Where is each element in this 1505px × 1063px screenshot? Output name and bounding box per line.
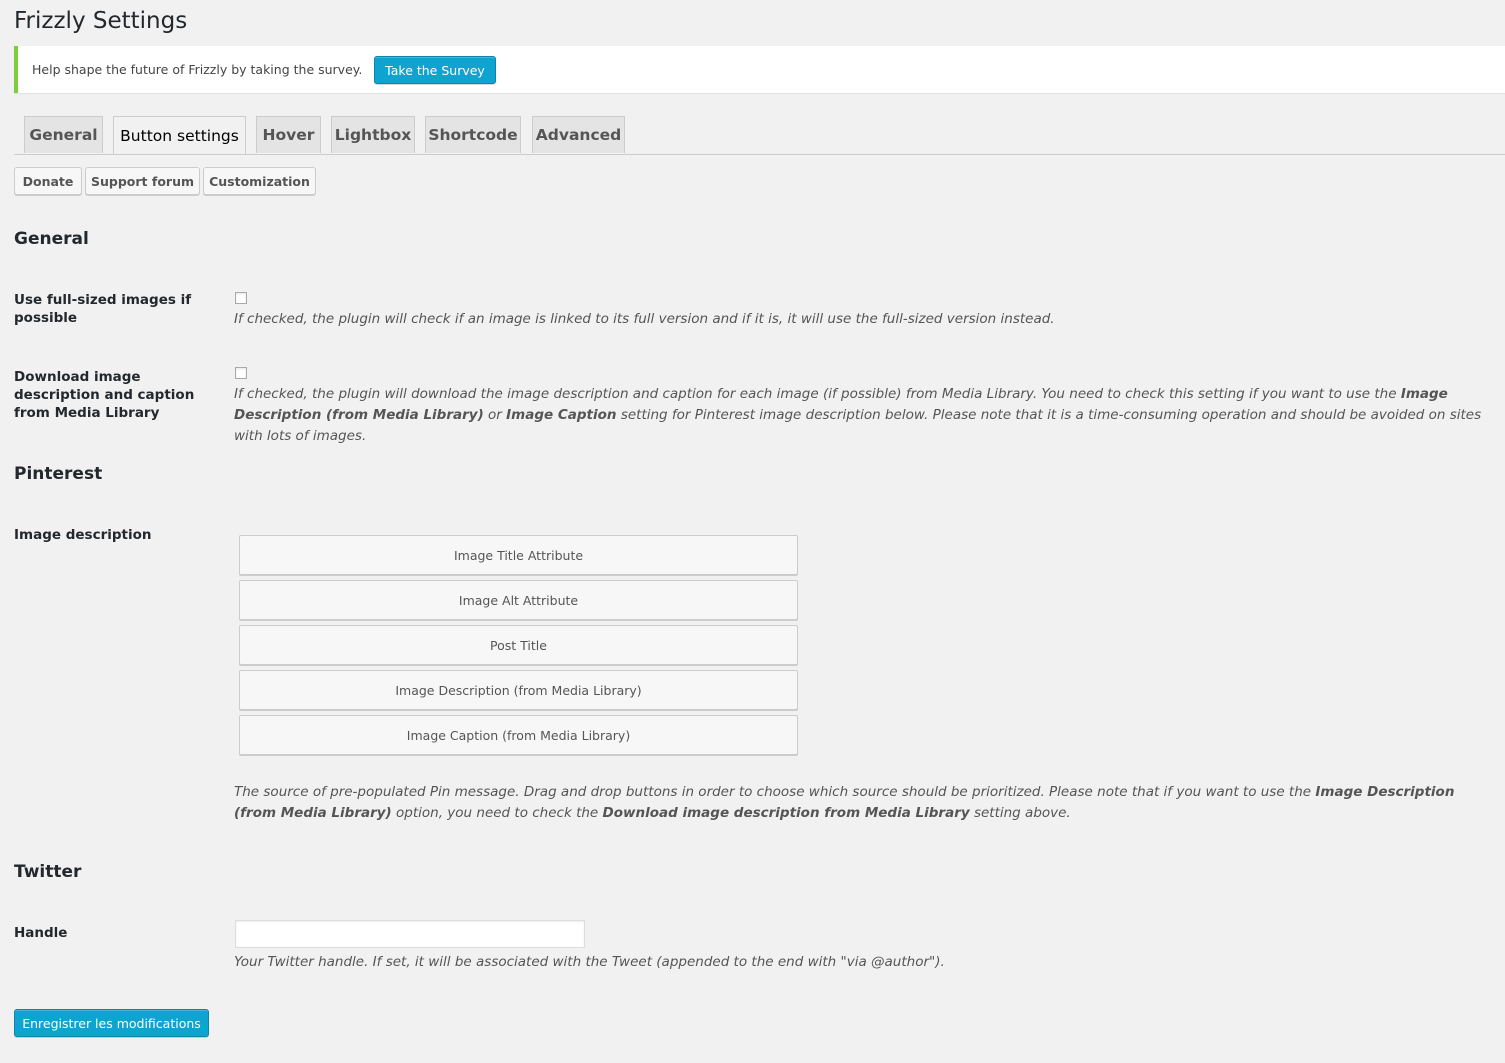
tab-button-settings[interactable]: Button settings bbox=[113, 116, 246, 154]
save-changes-button[interactable]: Enregistrer les modifications bbox=[14, 1009, 209, 1037]
download-description-label: Download image description and caption f… bbox=[14, 369, 195, 421]
full-size-checkbox[interactable] bbox=[235, 292, 247, 304]
download-description-text: If checked, the plugin will download the… bbox=[234, 386, 1482, 444]
survey-notice: Help shape the future of Frizzly by taki… bbox=[14, 46, 1505, 93]
notice-text: Help shape the future of Frizzly by taki… bbox=[32, 62, 363, 77]
sortable-source-media-description[interactable]: Image Description (from Media Library) bbox=[239, 670, 798, 710]
page-title: Frizzly Settings bbox=[14, 8, 188, 34]
sortable-source-alt-attribute[interactable]: Image Alt Attribute bbox=[239, 580, 798, 620]
support-forum-button[interactable]: Support forum bbox=[85, 167, 200, 195]
image-description-help: The source of pre-populated Pin message.… bbox=[234, 784, 1455, 821]
handle-label: Handle bbox=[14, 925, 68, 941]
tab-shortcode[interactable]: Shortcode bbox=[425, 116, 521, 153]
tab-hover[interactable]: Hover bbox=[256, 116, 321, 153]
settings-tabs: General Button settings Hover Lightbox S… bbox=[14, 116, 1505, 155]
full-size-description: If checked, the plugin will check if an … bbox=[234, 311, 1055, 327]
full-size-label: Use full-sized images if possible bbox=[14, 292, 192, 326]
tab-lightbox[interactable]: Lightbox bbox=[331, 116, 415, 153]
section-heading-twitter: Twitter bbox=[14, 862, 82, 882]
take-survey-button[interactable]: Take the Survey bbox=[374, 56, 496, 84]
twitter-handle-input[interactable] bbox=[235, 920, 585, 948]
tab-general[interactable]: General bbox=[24, 116, 103, 153]
sortable-source-post-title[interactable]: Post Title bbox=[239, 625, 798, 665]
sortable-source-title-attribute[interactable]: Image Title Attribute bbox=[239, 535, 798, 575]
customization-button[interactable]: Customization bbox=[203, 167, 316, 195]
donate-button[interactable]: Donate bbox=[14, 167, 82, 195]
tab-advanced[interactable]: Advanced bbox=[532, 116, 625, 153]
section-heading-pinterest: Pinterest bbox=[14, 464, 103, 484]
image-description-label: Image description bbox=[14, 527, 152, 543]
sortable-source-media-caption[interactable]: Image Caption (from Media Library) bbox=[239, 715, 798, 755]
handle-description: Your Twitter handle. If set, it will be … bbox=[234, 954, 945, 970]
section-heading-general: General bbox=[14, 229, 89, 249]
download-description-checkbox[interactable] bbox=[235, 367, 247, 379]
